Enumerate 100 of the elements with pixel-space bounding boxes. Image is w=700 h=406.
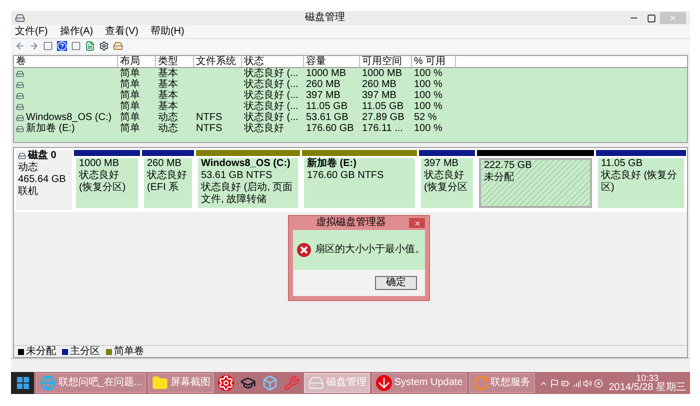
table-cell: NTFS <box>196 112 222 123</box>
column-header[interactable]: % 可用 <box>412 56 456 67</box>
table-cell: 基本 <box>158 79 178 90</box>
menu-item[interactable]: 查看(V) <box>105 26 138 38</box>
table-cell: 260 MB <box>306 79 340 90</box>
table-cell: 简单 <box>120 112 140 123</box>
flag-icon[interactable] <box>550 378 559 388</box>
column-header[interactable]: 容量 <box>304 56 360 67</box>
table-cell: 简单 <box>120 101 140 112</box>
panel-icon[interactable] <box>43 41 53 51</box>
table-cell: 状态良好 (... <box>244 101 298 112</box>
window-title: 磁盘管理 <box>305 12 345 24</box>
signal-icon[interactable] <box>572 378 581 388</box>
column-header[interactable]: 可用空间 <box>360 56 412 67</box>
disk-size: 465.64 GB <box>18 174 67 186</box>
gear-icon <box>218 375 234 391</box>
back-icon[interactable] <box>15 41 25 51</box>
table-cell: NTFS <box>196 123 222 134</box>
partition-status: 未分配 <box>484 172 515 184</box>
table-cell: 397 MB <box>362 90 396 101</box>
partition[interactable]: 11.05 GB 状态良好 (恢复分区) <box>596 150 686 210</box>
menu-item[interactable]: 操作(A) <box>60 26 94 38</box>
table-cell: 100 % <box>414 68 442 79</box>
table-cell: 动态 <box>158 112 178 123</box>
table-cell: 100 % <box>414 90 442 101</box>
table-cell: 状态良好 (... <box>244 90 298 101</box>
dialog-message: 扇区的大小小于最小值。 <box>315 244 425 256</box>
windows-logo-icon <box>16 377 29 389</box>
partition-size: 260 MB <box>147 158 182 170</box>
partition[interactable]: 260 MB 状态良好 (EFI 系 <box>142 150 194 210</box>
dialog-title: 虚拟磁盘管理器 <box>316 217 386 229</box>
clock[interactable]: 10:33 2014/5/28 星期三 <box>608 373 686 393</box>
start-button[interactable] <box>11 372 34 394</box>
partition[interactable]: Windows8_OS (C:) 53.61 GB NTFS 状态良好 (启动, 页面文件, 故障转储 <box>196 150 300 210</box>
table-cell: 状态良好 (... <box>244 68 298 79</box>
menu-item[interactable]: 帮助(H) <box>150 26 184 38</box>
partition-size: 53.61 GB NTFS <box>201 170 274 182</box>
speaker-icon[interactable] <box>582 378 592 388</box>
wrench-icon <box>284 375 300 391</box>
help-icon[interactable] <box>57 41 67 51</box>
table-cell: 176.11 ... <box>362 123 403 134</box>
disk-type: 动态 <box>18 162 39 174</box>
table-cell: 状态良好 <box>244 123 284 134</box>
partition-status: 状态良好 (EFI 系 <box>147 170 188 194</box>
cube-icon <box>262 375 278 391</box>
forward-icon[interactable] <box>29 41 39 51</box>
restore-icon[interactable] <box>647 14 656 22</box>
close-icon <box>414 220 420 226</box>
column-header[interactable]: 卷 <box>14 56 118 67</box>
table-cell: 状态良好 (... <box>244 112 298 123</box>
menu-item[interactable]: 文件(F) <box>15 26 48 38</box>
partition[interactable]: 222.75 GB 未分配 <box>477 150 594 210</box>
partition[interactable]: 397 MB 状态良好 (恢复分区 <box>419 150 475 210</box>
table-cell: 397 MB <box>306 90 340 101</box>
properties-icon[interactable] <box>99 41 109 51</box>
table-cell: 基本 <box>158 90 178 101</box>
partition[interactable]: 1000 MB 状态良好 (恢复分区) <box>74 150 140 210</box>
partition-status: 状态良好 (启动, 页面文件, 故障转储 <box>201 182 294 206</box>
table-cell: Windows8_OS (C:) <box>26 112 112 123</box>
partition-size: 1000 MB <box>79 158 120 170</box>
column-header[interactable]: 布局 <box>118 56 156 67</box>
partition-title: 新加卷 (E:) <box>307 158 358 170</box>
disk-status: 联机 <box>18 186 39 198</box>
table-cell: 53.61 GB <box>306 112 348 123</box>
cap-icon <box>240 375 256 391</box>
taskbar-button[interactable] <box>216 373 236 393</box>
drive-icon <box>18 152 26 160</box>
table-cell: 260 MB <box>362 79 396 90</box>
legend-label: 未分配 <box>26 346 56 358</box>
drive-icon <box>16 114 24 122</box>
disk-name: 磁盘 0 <box>28 150 56 162</box>
close-button[interactable] <box>409 218 425 228</box>
ok-button[interactable]: 确定 <box>375 276 417 290</box>
column-header[interactable]: 文件系统 <box>194 56 242 67</box>
battery-icon[interactable] <box>560 378 570 388</box>
legend-label: 主分区 <box>70 346 100 358</box>
x-circle-icon[interactable] <box>594 378 603 388</box>
table-cell: 1000 MB <box>362 68 402 79</box>
table-cell: 52 % <box>414 112 437 123</box>
table-cell: 简单 <box>120 79 140 90</box>
drive-icon <box>16 124 24 132</box>
partition-size: 176.60 GB NTFS <box>307 170 385 182</box>
table-cell: 简单 <box>120 68 140 79</box>
table-cell: 27.89 GB <box>362 112 404 123</box>
table-cell: 动态 <box>158 123 178 134</box>
document-icon[interactable] <box>85 41 95 51</box>
globe-icon <box>40 375 56 391</box>
partition[interactable]: 新加卷 (E:) 176.60 GB NTFS <box>302 150 417 210</box>
panel-icon[interactable] <box>71 41 81 51</box>
table-cell: 11.05 GB <box>306 101 348 112</box>
table-cell: 新加卷 (E:) <box>26 123 75 134</box>
legend-label: 简单卷 <box>114 346 144 358</box>
column-header[interactable]: 状态 <box>242 56 304 67</box>
partition-title: Windows8_OS (C:) <box>201 158 292 170</box>
table-cell: 11.05 GB <box>362 101 404 112</box>
table-cell: 状态良好 (... <box>244 79 298 90</box>
drive-icon <box>16 102 24 110</box>
partition-size: 11.05 GB <box>601 158 644 170</box>
table-cell: 1000 MB <box>306 68 346 79</box>
column-header[interactable]: 类型 <box>156 56 194 67</box>
